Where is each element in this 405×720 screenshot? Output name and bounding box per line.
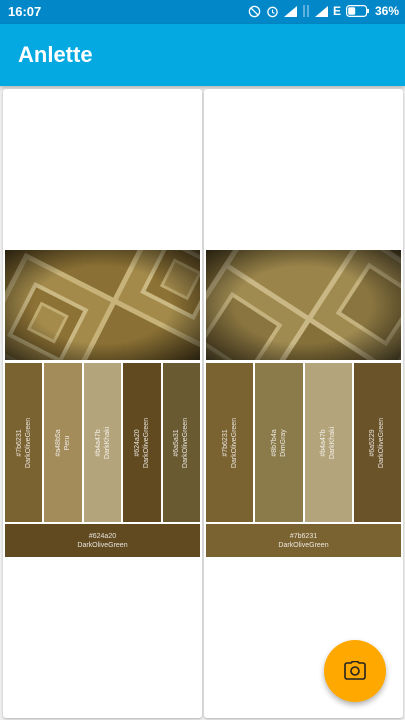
dominant-hex: #7b6231 bbox=[289, 533, 318, 540]
swatch-row-2: #7b6231 DarkOliveGreen #8b7b4a DimGray #b4… bbox=[206, 363, 401, 522]
color-swatch[interactable]: #7b6231 DarkOliveGreen bbox=[5, 363, 43, 522]
alarm-icon bbox=[267, 6, 278, 17]
palette-card-1[interactable]: #7b6231 DarkOliveGreen #a48b5a Peru #b4a47… bbox=[3, 89, 202, 718]
dominant-color-bar[interactable]: #624a20 DarkOliveGreen bbox=[5, 524, 200, 557]
color-swatch[interactable]: #8b7b4a DimGray bbox=[255, 363, 303, 522]
swatch-hex: #624a20 bbox=[133, 428, 141, 457]
color-swatch[interactable]: #a48b5a Peru bbox=[44, 363, 82, 522]
swatch-hex: #7b6231 bbox=[15, 428, 23, 457]
camera-icon bbox=[344, 661, 366, 680]
app-bar: Anlette bbox=[0, 24, 405, 86]
color-swatch[interactable]: #6a5a31 DarkOliveGreen bbox=[162, 363, 201, 522]
swatch-name: DarkOliveGreen bbox=[24, 417, 32, 468]
dominant-hex: #624a20 bbox=[88, 533, 117, 540]
swatch-name: DarkOliveGreen bbox=[182, 417, 190, 468]
dominant-name: DarkOliveGreen bbox=[77, 542, 128, 549]
color-swatch[interactable]: #624a20 DarkOliveGreen bbox=[123, 363, 161, 522]
status-bar: 16:07 E 36% bbox=[0, 0, 405, 24]
swatch-name: DarkKhaki bbox=[103, 426, 111, 459]
status-icons: E 36% bbox=[248, 4, 399, 18]
swatch-hex: #a48b5a bbox=[55, 428, 63, 457]
network-type: E bbox=[332, 4, 341, 18]
color-swatch[interactable]: #7b6231 DarkOliveGreen bbox=[206, 363, 254, 522]
palette-card-2[interactable]: #7b6231 DarkOliveGreen #8b7b4a DimGray #b4… bbox=[204, 89, 403, 718]
swatch-hex: #b4a47b bbox=[94, 428, 102, 457]
swatch-name: DarkOliveGreen bbox=[230, 417, 238, 468]
swatch-name: Peru bbox=[64, 435, 72, 450]
color-swatch[interactable]: #6a5229 DarkOliveGreen bbox=[353, 363, 401, 522]
dominant-name: DarkOliveGreen bbox=[278, 542, 329, 549]
swatch-hex: #8b7b4a bbox=[270, 428, 278, 457]
signal-icon bbox=[283, 5, 297, 17]
swatch-name: DimGray bbox=[279, 428, 287, 457]
status-time: 16:07 bbox=[8, 4, 42, 19]
carpet-photo-2[interactable] bbox=[206, 250, 401, 360]
swatch-name: DarkOliveGreen bbox=[142, 417, 150, 468]
camera-fab-button[interactable] bbox=[324, 640, 386, 702]
swatch-name: DarkOliveGreen bbox=[378, 417, 386, 468]
swatch-hex: #6a5a31 bbox=[173, 428, 181, 457]
color-swatch[interactable]: #b4a47b DarkKhaki bbox=[304, 363, 352, 522]
do-not-disturb-icon bbox=[248, 5, 261, 17]
battery-icon bbox=[345, 5, 369, 17]
signal-icon-2 bbox=[314, 5, 328, 17]
swatch-row-1: #7b6231 DarkOliveGreen #a48b5a Peru #b4a47… bbox=[5, 363, 201, 522]
swatch-name: DarkKhaki bbox=[329, 426, 337, 459]
battery-level: 36% bbox=[374, 4, 399, 18]
swatch-hex: #b4a47b bbox=[320, 428, 328, 457]
dominant-color-bar[interactable]: #7b6231 DarkOliveGreen bbox=[206, 524, 401, 557]
carpet-photo-1[interactable] bbox=[5, 250, 200, 360]
data-arrows-icon bbox=[303, 5, 309, 17]
color-swatch[interactable]: #b4a47b DarkKhaki bbox=[83, 363, 122, 522]
swatch-hex: #7b6231 bbox=[221, 428, 229, 457]
app-title: Anlette bbox=[18, 42, 93, 67]
